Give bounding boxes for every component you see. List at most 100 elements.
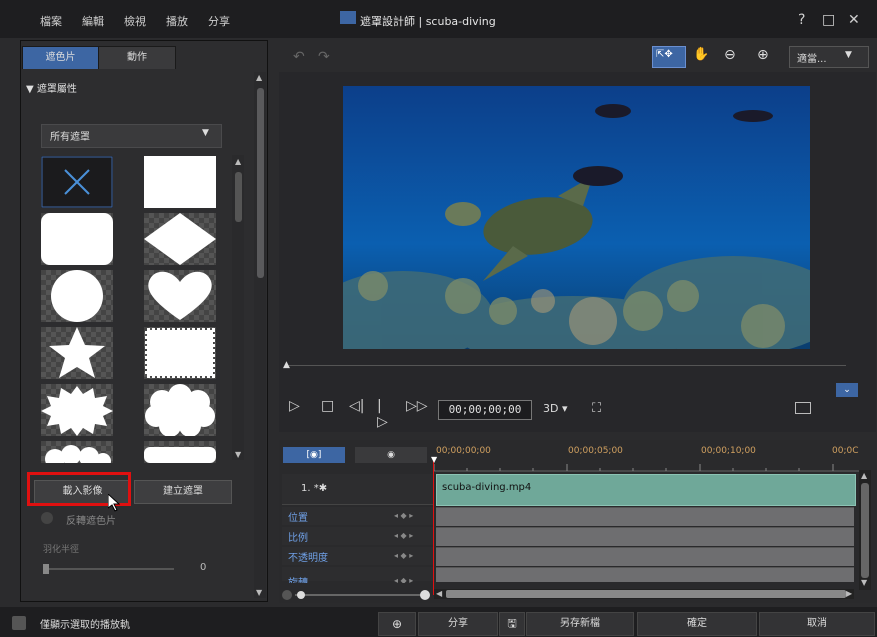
stop-icon[interactable]: □: [321, 398, 334, 414]
maximize-icon[interactable]: □: [822, 12, 835, 28]
property-track-opacity[interactable]: [436, 547, 854, 566]
property-track-rotation[interactable]: [436, 567, 854, 582]
timeline-tab-markers[interactable]: [◉]: [283, 447, 345, 463]
save-as-new-button[interactable]: 另存新檔: [526, 612, 634, 636]
properties-scroll-thumb[interactable]: [257, 88, 264, 278]
menu-edit[interactable]: 編輯: [82, 13, 104, 29]
mask-shape-rectangle[interactable]: [144, 156, 216, 208]
ruler-tick-label: 00;00;00;00: [436, 446, 491, 456]
mask-shape-diamond[interactable]: [144, 213, 216, 265]
timeline-scroll-thumb[interactable]: [861, 483, 869, 578]
ruler-tick-label: 00;00;05;00: [568, 446, 623, 456]
scroll-up-icon[interactable]: ▲: [256, 73, 262, 82]
mask-shape-star[interactable]: [41, 327, 113, 379]
redo-icon[interactable]: ↷: [318, 49, 330, 65]
keyframe-controls[interactable]: ◂ ◆ ▸: [394, 511, 413, 520]
share-button[interactable]: 分享: [418, 612, 498, 636]
fast-forward-icon[interactable]: ▷▷: [406, 398, 428, 414]
keyframe-controls[interactable]: ◂ ◆ ▸: [394, 576, 413, 583]
timeline-horizontal-thumb[interactable]: [446, 590, 846, 598]
ruler-tick-label: 00;0C: [832, 446, 859, 456]
property-label-position: 位置: [288, 513, 308, 524]
prev-frame-icon[interactable]: ◁|: [349, 398, 364, 414]
timeline-ruler[interactable]: [434, 460, 859, 472]
preview-toolbar: [279, 40, 876, 72]
mask-shape-burst[interactable]: [41, 384, 113, 436]
tab-masks[interactable]: 遮色片: [22, 46, 99, 69]
keyframe-controls[interactable]: ◂ ◆ ▸: [394, 551, 413, 560]
scroll-up-icon[interactable]: ▲: [861, 471, 867, 480]
video-preview: [343, 86, 810, 349]
play-icon[interactable]: ▷: [289, 398, 300, 414]
property-label-opacity: 不透明度: [288, 553, 328, 564]
mask-shape-rounded-rectangle[interactable]: [41, 213, 113, 265]
globe-button[interactable]: ⊕: [378, 612, 416, 636]
undo-icon[interactable]: ↶: [293, 49, 305, 65]
ruler-tick-label: 00;00;10;00: [701, 446, 756, 456]
playback-scrubber[interactable]: [286, 365, 846, 366]
feather-radius-slider[interactable]: [44, 568, 174, 570]
timeline-playhead[interactable]: [433, 461, 434, 595]
clip-label: scuba-diving.mp4: [442, 482, 532, 493]
property-track-scale[interactable]: [436, 527, 854, 546]
playhead-handle-icon[interactable]: ▼: [431, 455, 437, 464]
menu-play[interactable]: 播放: [166, 13, 188, 29]
menu-view[interactable]: 檢視: [124, 13, 146, 29]
scroll-left-icon[interactable]: ◀: [436, 589, 442, 598]
timecode-display[interactable]: 00;00;00;00: [438, 400, 532, 420]
show-selected-only-checkbox[interactable]: [12, 616, 26, 630]
fullscreen-icon[interactable]: ⛶: [592, 401, 601, 416]
collapse-button[interactable]: ⌄: [836, 383, 858, 397]
aspect-ratio-icon[interactable]: [795, 402, 811, 414]
mask-shape-cloud-partial[interactable]: [41, 441, 113, 463]
menu-file[interactable]: 檔案: [40, 13, 62, 29]
save-icon-button[interactable]: 🖫: [499, 612, 525, 636]
property-track-position[interactable]: [436, 507, 854, 526]
mask-shape-cloud[interactable]: [144, 384, 216, 436]
mask-shape-stamp[interactable]: [144, 327, 216, 379]
timeline-zoom-slider[interactable]: [281, 589, 431, 601]
zoom-select-label: 適當...: [797, 54, 827, 65]
invert-mask-checkbox[interactable]: [41, 512, 53, 524]
mask-shape-none[interactable]: [41, 156, 113, 208]
scroll-up-icon[interactable]: ▲: [235, 157, 241, 166]
chevron-down-icon: ▼: [202, 128, 209, 138]
cancel-button[interactable]: 取消: [759, 612, 875, 636]
close-icon[interactable]: ✕: [848, 12, 860, 28]
invert-mask-label: 反轉遮色片: [66, 516, 116, 527]
track-label: 1. *✱: [301, 483, 328, 494]
feather-radius-knob[interactable]: [43, 564, 49, 574]
mask-shape-banner-partial[interactable]: [144, 441, 216, 463]
hand-tool-icon[interactable]: ✋: [693, 47, 709, 62]
3d-mode-button[interactable]: 3D ▾: [543, 402, 568, 415]
app-logo-icon: [340, 11, 356, 24]
help-icon[interactable]: ?: [798, 12, 805, 28]
globe-icon: ⊕: [391, 617, 403, 631]
mask-shape-heart[interactable]: [144, 270, 216, 322]
property-label-rotation: 旋轉: [288, 574, 308, 583]
property-label-scale: 比例: [288, 533, 308, 544]
ok-button[interactable]: 確定: [637, 612, 757, 636]
show-selected-only-label: 僅顯示選取的播放軌: [40, 620, 130, 631]
create-mask-button[interactable]: 建立遮罩: [134, 480, 232, 504]
timeline-tab-keyframes[interactable]: ◉: [355, 447, 427, 463]
app-title: 遮罩設計師 | scuba-diving: [360, 15, 496, 28]
mouse-cursor-icon: [108, 494, 120, 512]
keyframe-controls[interactable]: ◂ ◆ ▸: [394, 531, 413, 540]
scroll-down-icon[interactable]: ▼: [861, 578, 867, 587]
scroll-down-icon[interactable]: ▼: [235, 450, 241, 459]
scrubber-handle-icon[interactable]: ▲: [283, 360, 290, 370]
mask-properties-header[interactable]: ▼ 遮罩屬性: [26, 80, 77, 95]
tab-motion[interactable]: 動作: [98, 46, 176, 69]
scroll-down-icon[interactable]: ▼: [256, 588, 262, 597]
zoom-out-icon[interactable]: ⊖: [724, 47, 736, 63]
mask-shape-circle[interactable]: [41, 270, 113, 322]
shape-grid-scroll-thumb[interactable]: [235, 172, 242, 222]
feather-radius-label: 羽化半徑: [43, 545, 80, 555]
mask-filter-label: 所有遮罩: [50, 132, 90, 143]
scroll-right-icon[interactable]: ▶: [846, 589, 852, 598]
next-frame-icon[interactable]: |▷: [377, 398, 388, 430]
menu-share[interactable]: 分享: [208, 13, 230, 29]
zoom-in-icon[interactable]: ⊕: [757, 47, 769, 63]
save-icon: 🖫: [507, 617, 517, 630]
